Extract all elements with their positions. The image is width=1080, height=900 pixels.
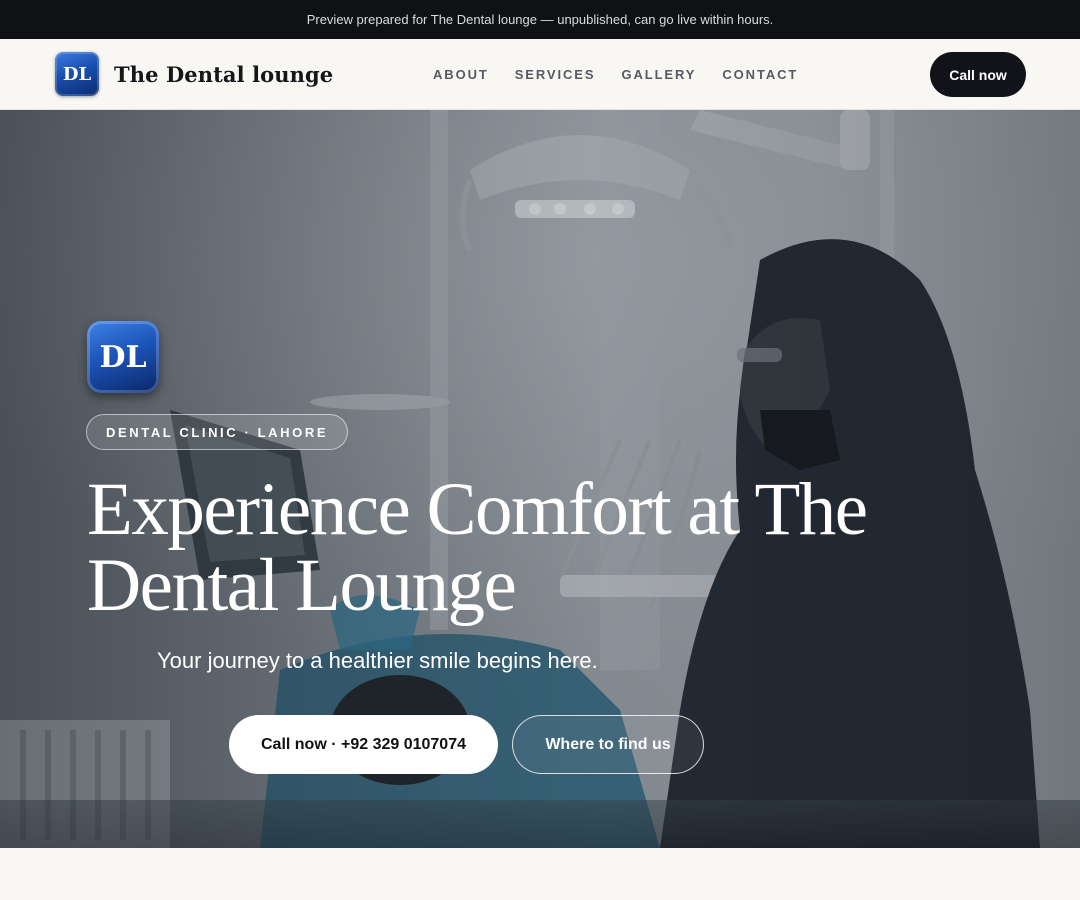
nav-about[interactable]: ABOUT (433, 67, 489, 82)
preview-banner: Preview prepared for The Dental lounge —… (0, 0, 1080, 39)
site-header: DL The Dental lounge ABOUT SERVICES GALL… (0, 39, 1080, 110)
hero-headline: Experience Comfort at The Dental Lounge (87, 468, 868, 627)
logo-initials: DL (62, 63, 92, 85)
find-us-button[interactable]: Where to find us (512, 715, 704, 774)
logo-icon[interactable]: DL (55, 52, 99, 96)
nav-services[interactable]: SERVICES (515, 67, 596, 82)
call-phone-button[interactable]: Call now · +92 329 0107074 (229, 715, 498, 774)
brand-name[interactable]: The Dental lounge (114, 62, 333, 87)
main-nav: ABOUT SERVICES GALLERY CONTACT (433, 67, 798, 82)
hero-subheadline: Your journey to a healthier smile begins… (157, 648, 598, 673)
preview-banner-text: Preview prepared for The Dental lounge —… (306, 12, 774, 27)
call-now-button[interactable]: Call now (930, 52, 1026, 97)
clinic-location-tag: DENTAL CLINIC · LAHORE (86, 414, 349, 450)
hero-logo-initials: DL (99, 339, 147, 375)
nav-contact[interactable]: CONTACT (722, 67, 798, 82)
hero-section: DL DENTAL CLINIC · LAHORE Experience Com… (0, 110, 1080, 848)
hero-logo-icon: DL (87, 321, 159, 393)
nav-gallery[interactable]: GALLERY (621, 67, 696, 82)
